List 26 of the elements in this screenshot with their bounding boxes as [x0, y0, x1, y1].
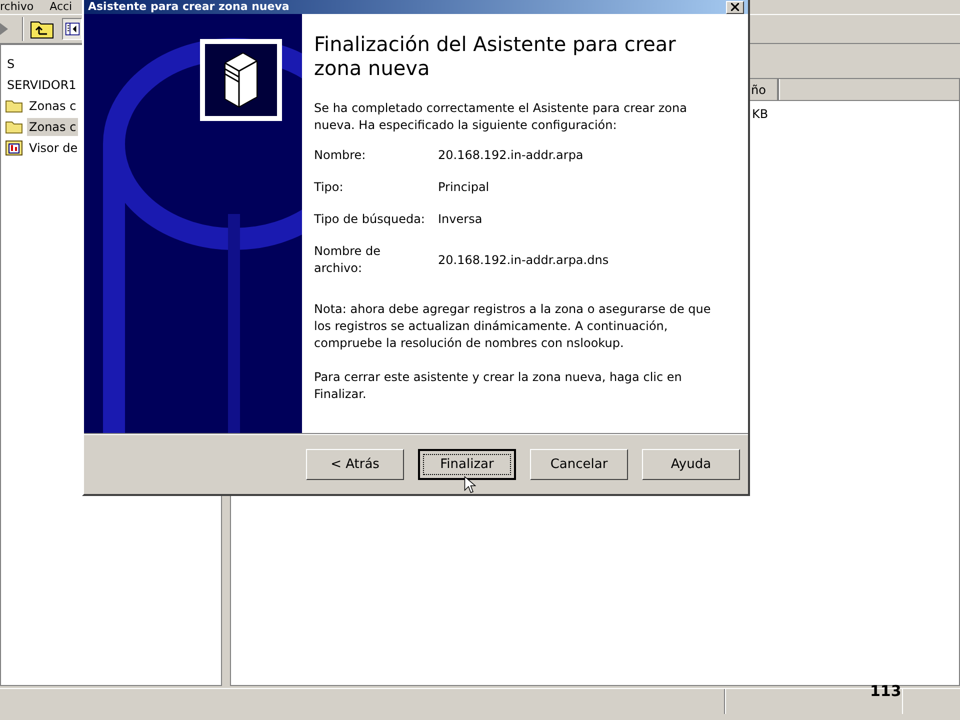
closing-text: Para cerrar este asistente y crear la zona nueva, haga clic en Finalizar.: [314, 369, 683, 403]
table-cell-text: KB: [752, 106, 768, 123]
dialog-button[interactable]: < Atrás: [306, 449, 404, 480]
note-text: Nota: ahora debe agregar registros a la zona o asegurarse de que los registros se actualizan dinámicamente. A continuación, compruebe la resolución de nombres con nslookup.: [314, 301, 712, 352]
setting-label: Nombre:: [314, 147, 367, 164]
setting-value: Inversa: [438, 211, 482, 228]
dialog-button[interactable]: Cancelar: [530, 449, 628, 480]
setting-label: Tipo:: [314, 179, 344, 196]
setting-value: 20.168.192.in-addr.arpa: [438, 147, 584, 164]
setting-label: Nombre de archivo:: [314, 243, 382, 277]
setting-label: Tipo de búsqueda:: [314, 211, 426, 228]
tree-item[interactable]: S: [5, 55, 17, 73]
intro-text: Se ha completado correctamente el Asistente para crear zona nueva. Ha especificado la siguiente configuración:: [314, 100, 688, 134]
tree-item[interactable]: SERVIDOR1: [5, 76, 78, 94]
setting-value: Principal: [438, 179, 490, 196]
menu-item[interactable]: rchivo: [0, 0, 34, 14]
dialog-button[interactable]: Ayuda: [642, 449, 740, 480]
setting-value: 20.168.192.in-addr.arpa.dns: [438, 252, 609, 268]
tree-item[interactable]: Zonas c: [27, 97, 78, 115]
tree-item[interactable]: Visor de: [27, 139, 80, 157]
window-title: Asistente para crear zona nueva: [88, 1, 290, 13]
dialog-button[interactable]: Finalizar: [418, 449, 516, 480]
menu-item[interactable]: Acci: [50, 0, 72, 14]
wizard-heading: Finalización del Asistente para crear zona nueva: [314, 32, 677, 80]
page-number: 113: [870, 681, 902, 702]
tree-item[interactable]: Zonas c: [27, 118, 78, 136]
